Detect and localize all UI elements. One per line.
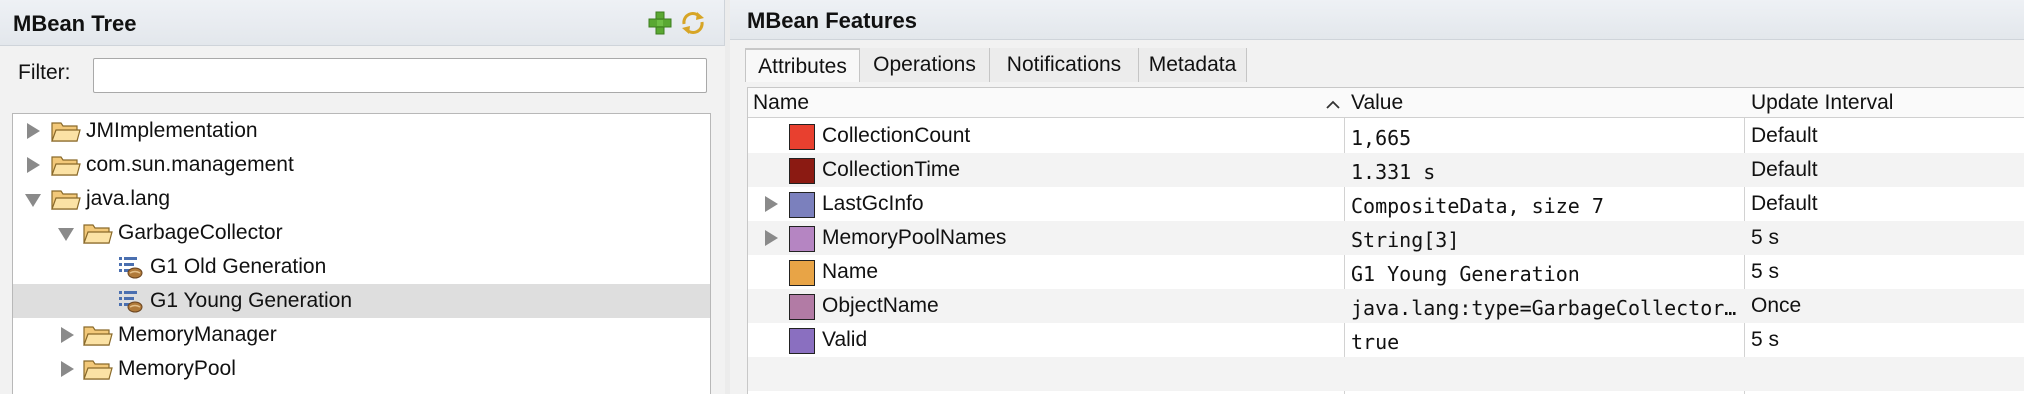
folder-icon <box>51 119 81 143</box>
update-interval[interactable]: Default <box>1751 192 1818 216</box>
expand-arrow-icon[interactable] <box>61 327 74 343</box>
attribute-name: LastGcInfo <box>822 192 924 215</box>
filter-input[interactable] <box>93 58 707 93</box>
tab-label: Notifications <box>1006 53 1122 76</box>
attribute-name: ObjectName <box>822 294 939 317</box>
attribute-value: G1 Young Generation <box>1351 262 1580 286</box>
tree-node-label: MemoryManager <box>118 323 277 346</box>
attribute-name: CollectionTime <box>822 158 961 181</box>
table-row[interactable]: Valid true 5 s <box>748 323 2024 357</box>
mbean-features-panel: MBean Features Attributes Operations Not… <box>730 0 2024 394</box>
add-icon[interactable] <box>645 8 675 38</box>
filter-label: Filter: <box>18 61 71 84</box>
attribute-value: java.lang:type=GarbageCollector,name=G1 … <box>1351 296 1741 320</box>
mbean-icon <box>117 254 143 280</box>
expand-arrow-icon[interactable] <box>765 196 778 212</box>
update-interval[interactable]: 5 s <box>1751 328 1779 352</box>
collapse-arrow-icon[interactable] <box>25 194 41 207</box>
tab-attributes[interactable]: Attributes <box>745 48 860 82</box>
attribute-value: String[3] <box>1351 228 1460 252</box>
attribute-name: Valid <box>822 328 868 351</box>
attribute-value: true <box>1351 330 1400 354</box>
update-interval[interactable]: 5 s <box>1751 226 1779 250</box>
update-interval[interactable]: Once <box>1751 294 1801 318</box>
tree-node-label: GarbageCollector <box>118 221 283 244</box>
color-swatch <box>789 158 815 184</box>
column-header-name[interactable]: Name <box>753 91 809 115</box>
folder-open-icon <box>83 221 113 245</box>
table-header: Name Value Update Interval <box>748 88 2024 118</box>
tree-node-label: com.sun.management <box>86 153 294 176</box>
attribute-name: Name <box>822 260 879 283</box>
tab-operations[interactable]: Operations <box>860 48 990 82</box>
attributes-table: Name Value Update Interval CollectionCou… <box>747 87 2024 394</box>
sort-ascending-icon[interactable] <box>1324 94 1342 109</box>
update-interval[interactable]: Default <box>1751 158 1818 182</box>
attribute-value: 1,665 <box>1351 126 1412 150</box>
tab-label: Operations <box>873 53 976 76</box>
table-row[interactable]: Name G1 Young Generation 5 s <box>748 255 2024 289</box>
refresh-icon[interactable] <box>678 8 708 38</box>
tree-node-label: MemoryPool <box>118 357 236 380</box>
table-row-empty <box>748 357 2024 391</box>
mbean-tree-header: MBean Tree <box>0 0 725 46</box>
mbean-icon <box>117 288 143 314</box>
tab-metadata[interactable]: Metadata <box>1139 48 1247 82</box>
expand-arrow-icon[interactable] <box>61 361 74 377</box>
update-interval[interactable]: 5 s <box>1751 260 1779 284</box>
tree-node-java-lang[interactable]: java.lang <box>13 182 710 216</box>
tab-label: Metadata <box>1148 53 1237 76</box>
folder-icon <box>83 357 113 381</box>
attribute-value: 1.331 s <box>1351 160 1436 184</box>
mbean-features-header: MBean Features <box>730 0 2024 40</box>
attribute-name: MemoryPoolNames <box>822 226 1007 249</box>
tree-node-com-sun-management[interactable]: com.sun.management <box>13 148 710 182</box>
tab-label: Attributes <box>758 55 847 78</box>
tree-node-label: G1 Old Generation <box>150 255 327 278</box>
panel-title: MBean Tree <box>13 11 137 36</box>
expand-arrow-icon[interactable] <box>27 123 40 139</box>
color-swatch <box>789 260 815 286</box>
collapse-arrow-icon[interactable] <box>58 228 74 241</box>
folder-icon <box>51 153 81 177</box>
tree-node-label: G1 Young Generation <box>150 289 353 312</box>
update-interval[interactable]: Default <box>1751 124 1818 148</box>
tree-node-label: JMImplementation <box>86 119 258 142</box>
mbean-tree[interactable]: JMImplementation com.sun.management java… <box>12 113 711 394</box>
color-swatch <box>789 192 815 218</box>
expand-arrow-icon[interactable] <box>765 230 778 246</box>
tree-node-g1-young-generation[interactable]: G1 Young Generation <box>13 284 710 318</box>
attribute-value: CompositeData, size 7 <box>1351 194 1604 218</box>
attribute-name: CollectionCount <box>822 124 971 147</box>
tree-node-jmimplementation[interactable]: JMImplementation <box>13 114 710 148</box>
color-swatch <box>789 226 815 252</box>
table-row[interactable]: CollectionTime 1.331 s Default <box>748 153 2024 187</box>
folder-open-icon <box>51 187 81 211</box>
tree-node-memorymanager[interactable]: MemoryManager <box>13 318 710 352</box>
column-header-value[interactable]: Value <box>1351 91 1403 115</box>
tree-node-g1-old-generation[interactable]: G1 Old Generation <box>13 250 710 284</box>
folder-icon <box>83 323 113 347</box>
table-row[interactable]: MemoryPoolNames String[3] 5 s <box>748 221 2024 255</box>
tree-node-garbagecollector[interactable]: GarbageCollector <box>13 216 710 250</box>
tree-node-label: java.lang <box>86 187 171 210</box>
color-swatch <box>789 294 815 320</box>
table-row[interactable]: ObjectName java.lang:type=GarbageCollect… <box>748 289 2024 323</box>
mbean-tree-panel: MBean Tree Filter: JMImplementation com.… <box>0 0 725 394</box>
table-row[interactable]: LastGcInfo CompositeData, size 7 Default <box>748 187 2024 221</box>
color-swatch <box>789 328 815 354</box>
panel-title: MBean Features <box>747 8 917 33</box>
expand-arrow-icon[interactable] <box>27 157 40 173</box>
tab-notifications[interactable]: Notifications <box>990 48 1139 82</box>
table-row[interactable]: CollectionCount 1,665 Default <box>748 119 2024 153</box>
color-swatch <box>789 124 815 150</box>
column-header-update-interval[interactable]: Update Interval <box>1751 91 1893 115</box>
tree-node-memorypool[interactable]: MemoryPool <box>13 352 710 386</box>
